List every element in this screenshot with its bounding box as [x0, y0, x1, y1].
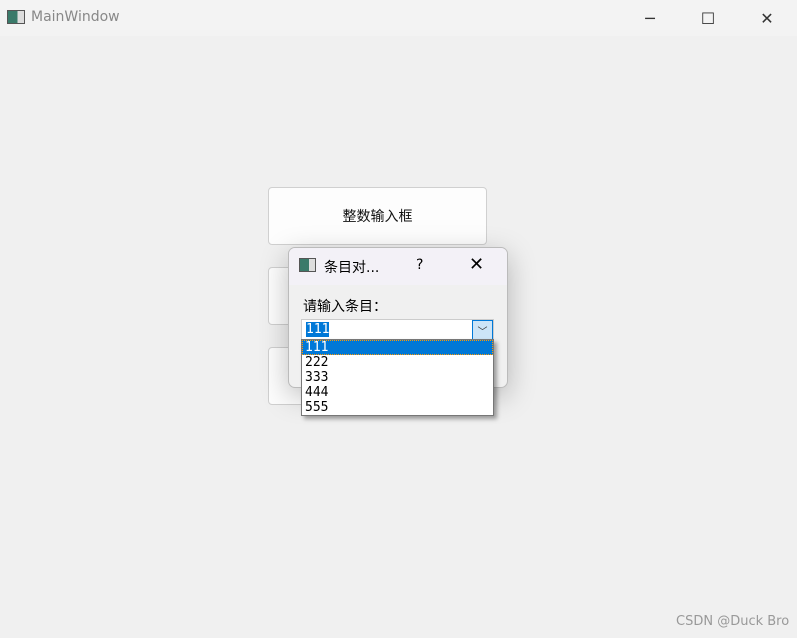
- help-button[interactable]: ?: [416, 257, 423, 273]
- dialog-title: 条目对...: [324, 260, 380, 276]
- app-window-icon: [7, 10, 25, 24]
- dialog-title-bar: 条目对... ? ✕: [289, 248, 507, 285]
- dialog-window-icon: [299, 258, 316, 272]
- window-title: MainWindow: [31, 9, 120, 25]
- maximize-button[interactable]: ☐: [685, 4, 731, 32]
- list-item[interactable]: 111: [302, 340, 493, 355]
- watermark: CSDN @Duck Bro: [676, 614, 790, 629]
- combobox-dropdown-list: 111 222 333 444 555: [301, 339, 494, 416]
- dialog-close-button[interactable]: ✕: [469, 254, 484, 275]
- title-bar: MainWindow ─ ☐ ✕: [0, 0, 797, 36]
- item-combobox[interactable]: 111 ﹀: [301, 319, 494, 340]
- chevron-down-icon[interactable]: ﹀: [472, 320, 493, 340]
- close-button[interactable]: ✕: [744, 4, 790, 32]
- list-item[interactable]: 555: [302, 400, 493, 415]
- minimize-button[interactable]: ─: [627, 4, 673, 32]
- prompt-label: 请输入条目：: [303, 299, 387, 315]
- integer-input-button[interactable]: 整数输入框: [268, 187, 487, 245]
- list-item[interactable]: 222: [302, 355, 493, 370]
- list-item[interactable]: 444: [302, 385, 493, 400]
- list-item[interactable]: 333: [302, 370, 493, 385]
- combobox-value[interactable]: 111: [306, 322, 330, 337]
